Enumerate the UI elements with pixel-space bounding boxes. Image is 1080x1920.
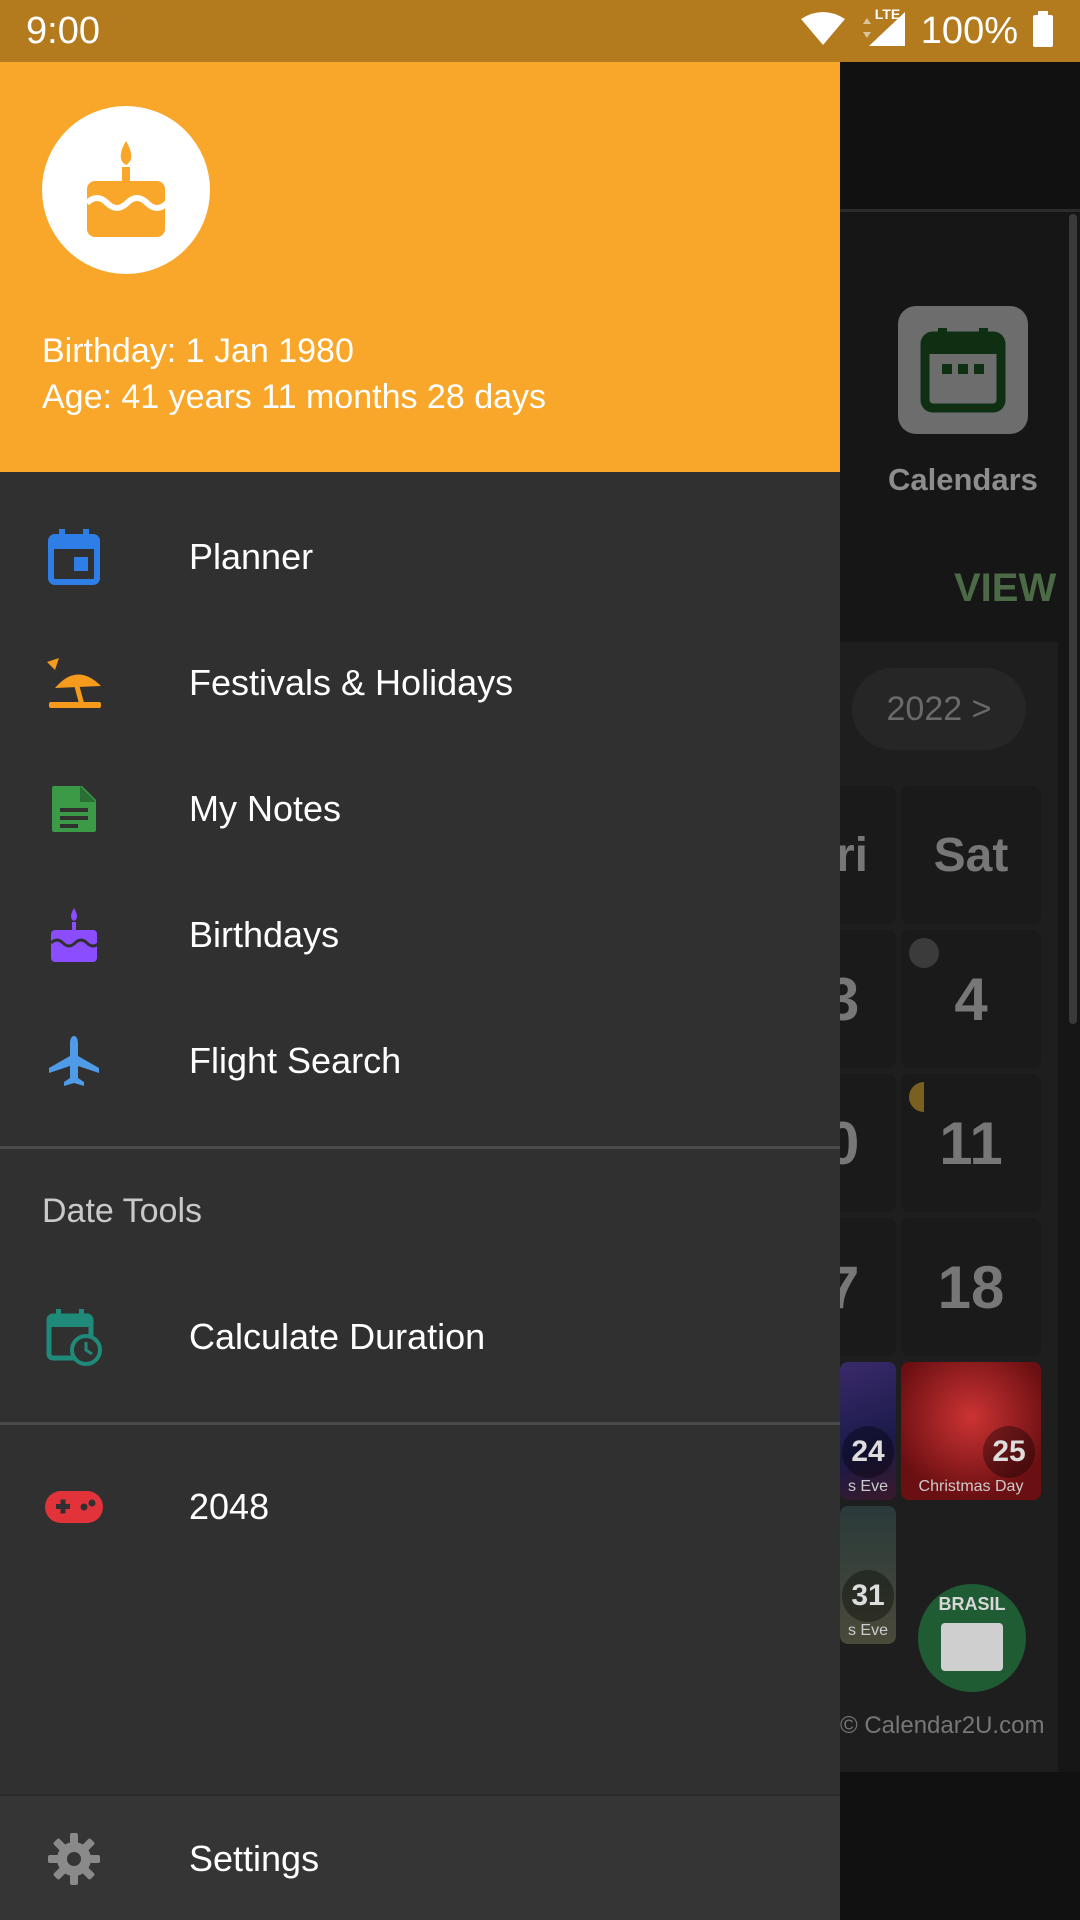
day-header-fri: ri [840,786,896,924]
holiday-cell[interactable]: 25 Christmas Day [901,1362,1041,1500]
drawer-header: Birthday: 1 Jan 1980 Age: 41 years 11 mo… [0,62,840,472]
status-bar: 9:00 LTE 100% [0,0,1080,62]
calendar-icon [44,527,104,587]
calendar-icon [920,328,1006,413]
airplane-icon [44,1031,104,1091]
note-icon [44,779,104,839]
bottom-area [840,1772,1080,1920]
divider [0,1146,840,1149]
menu-label-birthdays: Birthdays [189,914,340,955]
menu-item-calculate-duration[interactable]: Calculate Duration [0,1274,840,1400]
day-header-sat: Sat [901,786,1041,924]
next-year-button[interactable]: 2022 > [852,668,1026,750]
menu-label-settings: Settings [189,1838,320,1879]
calendar-day[interactable]: 11 [901,1074,1041,1212]
navigation-drawer: Birthday: 1 Jan 1980 Age: 41 years 11 mo… [0,62,840,1920]
cake-icon [84,141,170,237]
divider [0,1422,840,1425]
section-title-date-tools: Date Tools [42,1192,203,1230]
birthday-text: Birthday: 1 Jan 1980 [42,332,354,370]
brasil-calendar-badge[interactable]: BRASIL [918,1584,1026,1692]
menu-label-my-notes: My Notes [189,788,342,829]
scrollbar [1069,214,1077,1024]
menu-item-my-notes[interactable]: My Notes [0,746,840,872]
menu-label-2048: 2048 [189,1486,270,1527]
calendar-day[interactable]: 4 [901,930,1041,1068]
network-type-label: LTE [874,6,901,22]
gear-icon [44,1829,104,1889]
status-time: 9:00 [26,10,100,52]
calendars-button[interactable] [898,306,1028,434]
menu-label-flight-search: Flight Search [189,1040,402,1081]
menu-item-flight-search[interactable]: Flight Search [0,998,840,1124]
calendar-day[interactable]: 7 [840,1218,896,1356]
cake-icon [44,905,104,965]
menu-item-festivals-holidays[interactable]: Festivals & Holidays [0,620,840,746]
menu-label-planner: Planner [189,536,314,577]
moon-phase-icon [909,1082,939,1112]
battery-percent: 100% [920,10,1018,52]
age-text: Age: 41 years 11 months 28 days [42,378,547,416]
menu-item-settings[interactable]: Settings [0,1796,840,1920]
holiday-cell[interactable]: 31 s Eve [840,1506,896,1644]
menu-item-birthdays[interactable]: Birthdays [0,872,840,998]
menu-item-2048[interactable]: 2048 [0,1444,840,1570]
calendar-clock-icon [44,1307,104,1367]
view-button[interactable]: VIEW [954,566,1056,611]
gamepad-icon [44,1477,104,1537]
app-toolbar [840,62,1080,212]
copyright-text: © Calendar2U.com [840,1712,1045,1739]
calendar-day[interactable]: 3 [840,930,896,1068]
holiday-cell[interactable]: 24 s Eve [840,1362,896,1500]
calendar-day[interactable]: 0 [840,1074,896,1212]
menu-label-festivals-holidays: Festivals & Holidays [189,662,514,703]
menu-label-calculate-duration: Calculate Duration [189,1316,486,1357]
calendar-thumbnail [941,1623,1003,1671]
battery-icon [1032,11,1054,52]
settings-button[interactable]: Settings [0,1794,840,1920]
menu-item-planner[interactable]: Planner [0,494,840,620]
moon-phase-icon [909,938,939,968]
calendars-label: Calendars [888,462,1038,497]
signal-icon: LTE [861,6,907,53]
beach-umbrella-icon [44,653,104,713]
status-icons: LTE 100% [799,6,1054,53]
avatar[interactable] [42,106,210,274]
calendar-day[interactable]: 18 [901,1218,1041,1356]
wifi-icon [799,11,847,52]
